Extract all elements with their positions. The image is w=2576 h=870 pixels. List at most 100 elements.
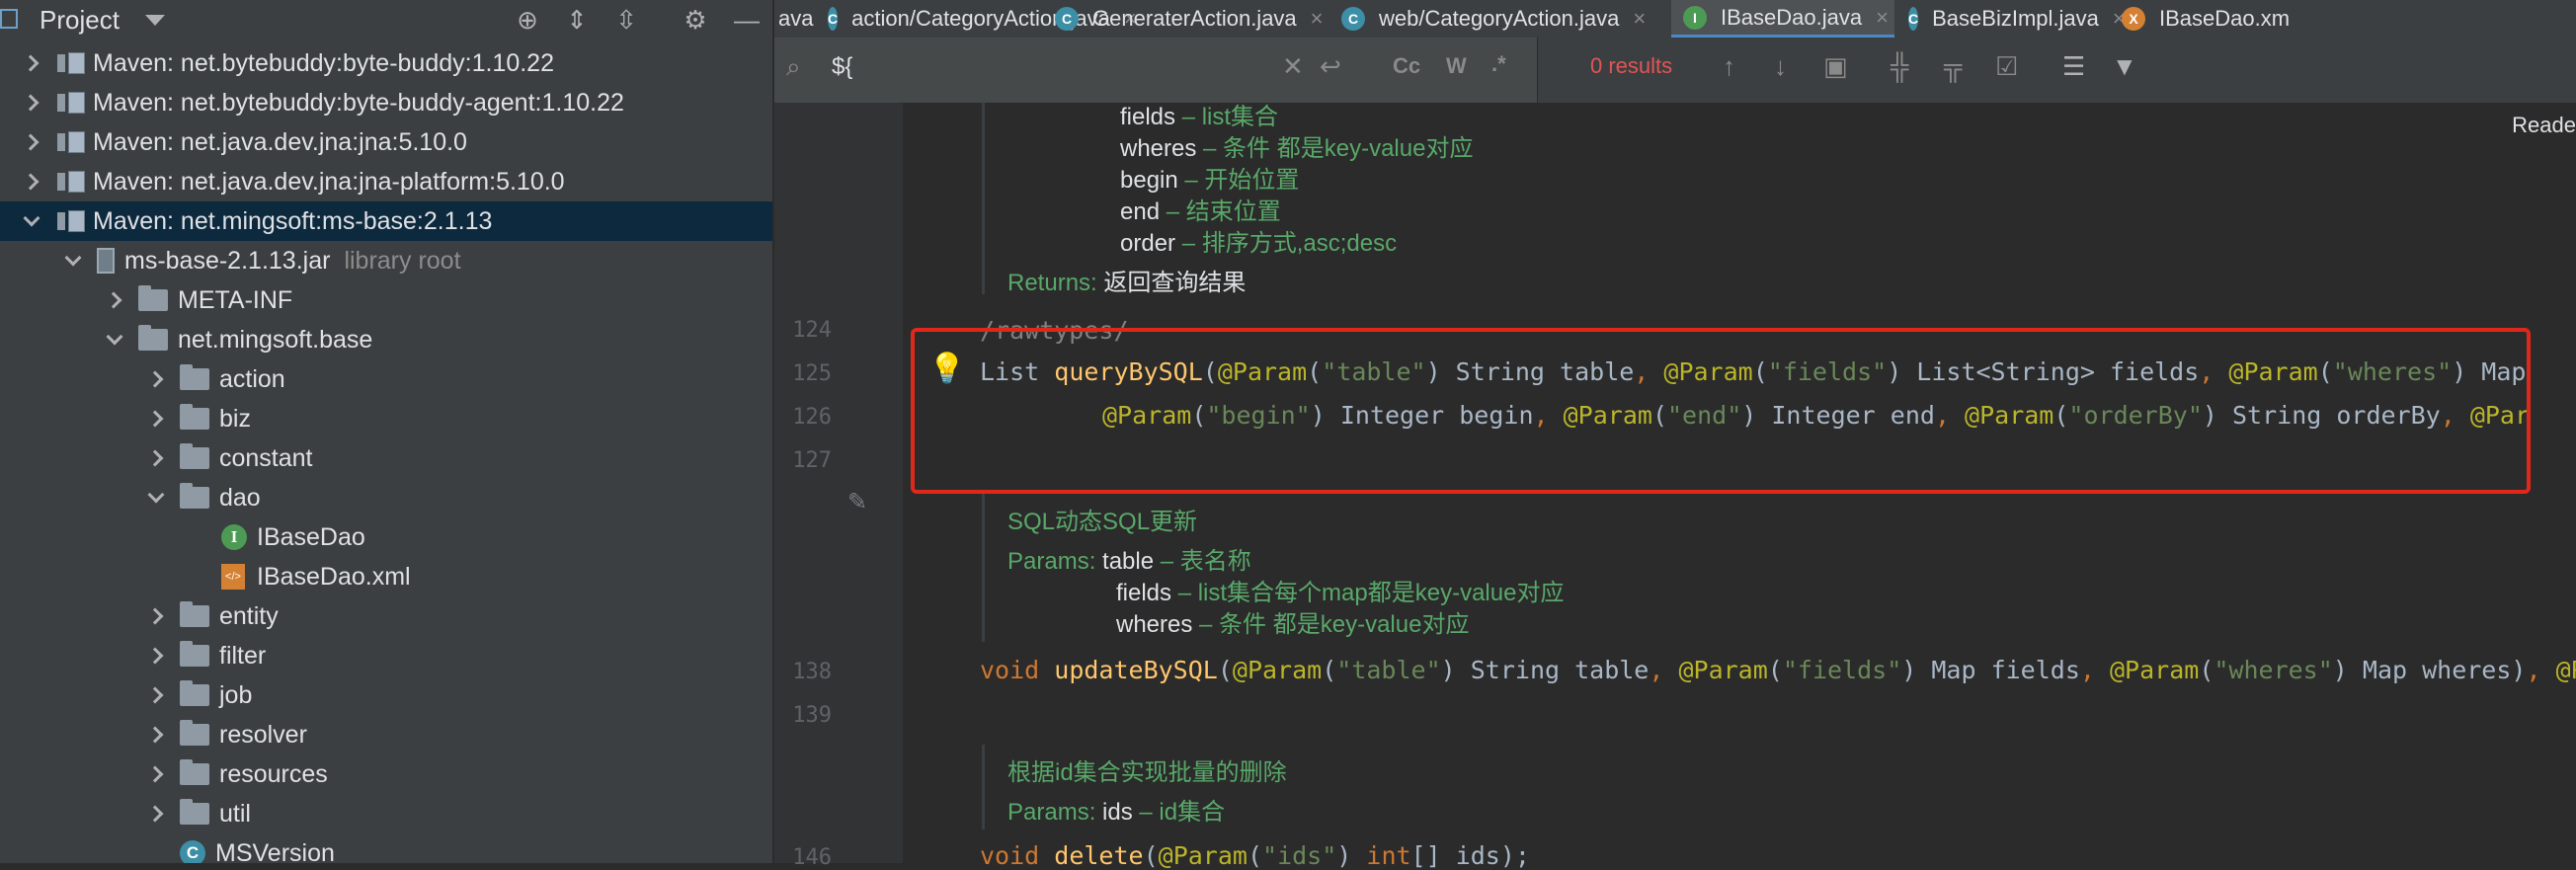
tree-item-label: Maven: net.java.dev.jna:jna-platform:5.1… [93, 167, 565, 196]
remove-occurrence-icon[interactable]: ╦ [1944, 51, 1962, 82]
editor-tab-bar: ava Caction/CategoryAction.java × C Generate… [774, 0, 2576, 39]
interface-icon: I [221, 524, 247, 550]
hide-panel-icon[interactable]: — [731, 4, 763, 36]
chevron-right-icon[interactable] [105, 290, 124, 310]
chevron-right-icon[interactable] [146, 606, 166, 626]
tree-item[interactable]: META-INF [0, 280, 772, 320]
editor-tab[interactable]: ava [774, 0, 814, 38]
tree-item[interactable]: Maven: net.bytebuddy:byte-buddy:1.10.22 [0, 43, 772, 83]
tree-item[interactable]: entity [0, 596, 772, 636]
doc-param-begin: begin – 开始位置 [1120, 167, 1300, 194]
doc-comment-bar [982, 494, 985, 642]
jar-icon [97, 248, 115, 274]
close-tab-icon[interactable]: × [1633, 6, 1646, 32]
doc-comment-bar [982, 103, 985, 294]
tree-item[interactable]: ms-base-2.1.13.jar library root [0, 241, 772, 280]
tree-item-label: IBaseDao [257, 522, 365, 551]
tree-item[interactable]: util [0, 794, 772, 833]
chevron-right-icon[interactable] [146, 646, 166, 666]
match-case-toggle[interactable]: Cc [1393, 53, 1420, 79]
tree-item[interactable]: job [0, 675, 772, 715]
tree-item[interactable]: constant [0, 438, 772, 478]
chevron-right-icon[interactable] [146, 448, 166, 468]
collapse-all-icon[interactable]: ⇳ [610, 4, 642, 36]
chevron-right-icon[interactable] [146, 369, 166, 389]
close-tab-icon[interactable]: × [1876, 5, 1889, 31]
editor-tab[interactable]: Cweb/CategoryAction.java × [1329, 0, 1669, 38]
gear-icon[interactable]: ⚙ [680, 4, 711, 36]
chevron-right-icon[interactable] [22, 132, 41, 152]
search-input[interactable]: ${ [832, 53, 852, 81]
chevron-right-icon[interactable] [146, 764, 166, 784]
select-all-occurrences-icon[interactable]: ▣ [1823, 51, 1848, 82]
add-occurrence-icon[interactable]: ╬ [1891, 51, 1908, 82]
tree-item[interactable]: Maven: net.java.dev.jna:jna-platform:5.1… [0, 162, 772, 201]
tree-item[interactable]: C MSVersion [0, 833, 772, 863]
close-tab-icon[interactable]: × [1311, 6, 1324, 32]
regex-toggle[interactable]: .* [1491, 51, 1506, 77]
line-number: 124 [792, 318, 832, 343]
folder-icon [180, 799, 209, 825]
tree-item-label: dao [219, 483, 261, 512]
chevron-down-icon[interactable] [63, 251, 83, 271]
edit-doc-icon[interactable]: ✎ [847, 488, 867, 516]
chevron-down-icon[interactable] [105, 330, 124, 350]
tree-item-label: biz [219, 404, 251, 433]
tree-item-label: action [219, 364, 285, 393]
tree-item[interactable]: resources [0, 754, 772, 794]
tree-item-label: Maven: net.java.dev.jna:jna:5.10.0 [93, 127, 467, 156]
tree-item[interactable]: action [0, 359, 772, 399]
project-panel-title[interactable]: Project [40, 5, 120, 36]
expand-all-icon[interactable]: ⇕ [561, 4, 593, 36]
locate-target-icon[interactable]: ⊕ [512, 4, 543, 36]
folder-icon [180, 720, 209, 746]
clear-search-icon[interactable]: ✕ [1282, 51, 1304, 82]
tree-item[interactable]: biz [0, 399, 772, 438]
tree-item[interactable]: Maven: net.mingsoft:ms-base:2.1.13 [0, 201, 772, 241]
folder-icon [180, 680, 209, 706]
tree-item[interactable]: Maven: net.java.dev.jna:jna:5.10.0 [0, 122, 772, 162]
chevron-right-icon[interactable] [22, 53, 41, 73]
tree-item[interactable]: resolver [0, 715, 772, 754]
chevron-right-icon[interactable] [22, 172, 41, 192]
editor-gutter [774, 103, 903, 863]
words-toggle[interactable]: W [1446, 53, 1467, 79]
tab-label: web/CategoryAction.java [1379, 6, 1620, 31]
search-icon[interactable]: ⌕ [786, 51, 801, 83]
highlight-annotation-box [911, 328, 2531, 494]
chevron-right-icon[interactable] [22, 93, 41, 113]
editor-tab[interactable]: X IBaseDao.xm [2110, 0, 2307, 38]
doc-param-wheres-2: wheres – 条件 都是key-value对应 [1116, 611, 1470, 638]
project-view-dropdown-icon[interactable] [144, 14, 165, 26]
doc-param-table: Params: table – 表名称 [1007, 548, 1251, 575]
tree-item-label: Maven: net.bytebuddy:byte-buddy-agent:1.… [93, 88, 624, 117]
editor-tab[interactable]: I IBaseDao.java × [1671, 0, 1894, 38]
chevron-right-icon[interactable] [146, 409, 166, 429]
select-all-matches-icon[interactable]: ☑ [1995, 51, 2018, 82]
tree-item[interactable]: dao [0, 478, 772, 517]
chevron-right-icon[interactable] [146, 804, 166, 824]
find-input-box[interactable]: ⌕ ${ ✕ ↩ Cc W .* [774, 38, 1538, 103]
editor-tab[interactable]: C BaseBizImpl.java × [1896, 0, 2126, 38]
tree-item-label: ms-base-2.1.13.jar [124, 246, 331, 275]
doc-returns: Returns: 返回查询结果 [1007, 270, 1247, 296]
filter-lines-icon[interactable]: ☰ [2062, 51, 2085, 82]
chevron-down-icon[interactable] [22, 211, 41, 231]
new-line-icon[interactable]: ↩ [1320, 51, 1341, 82]
tree-item-label: IBaseDao.xml [257, 562, 411, 591]
chevron-down-icon[interactable] [146, 488, 166, 508]
chevron-right-icon[interactable] [146, 725, 166, 745]
next-occurrence-icon[interactable]: ↓ [1774, 51, 1787, 82]
tree-item[interactable]: </> IBaseDao.xml [0, 557, 772, 596]
editor-tab[interactable]: Caction/CategoryAction.java × [816, 0, 1137, 38]
tree-item[interactable]: Maven: net.bytebuddy:byte-buddy-agent:1.… [0, 83, 772, 122]
tree-item[interactable]: net.mingsoft.base [0, 320, 772, 359]
tree-item[interactable]: filter [0, 636, 772, 675]
tab-label: BaseBizImpl.java [1932, 6, 2099, 31]
filter-icon[interactable]: ▼ [2112, 51, 2137, 82]
reader-mode-toggle[interactable]: Reade [2512, 113, 2576, 138]
chevron-right-icon[interactable] [146, 685, 166, 705]
editor-tab[interactable]: C GeneraterAction.java × [1043, 0, 1328, 38]
tree-item[interactable]: I IBaseDao [0, 517, 772, 557]
previous-occurrence-icon[interactable]: ↑ [1723, 51, 1735, 82]
